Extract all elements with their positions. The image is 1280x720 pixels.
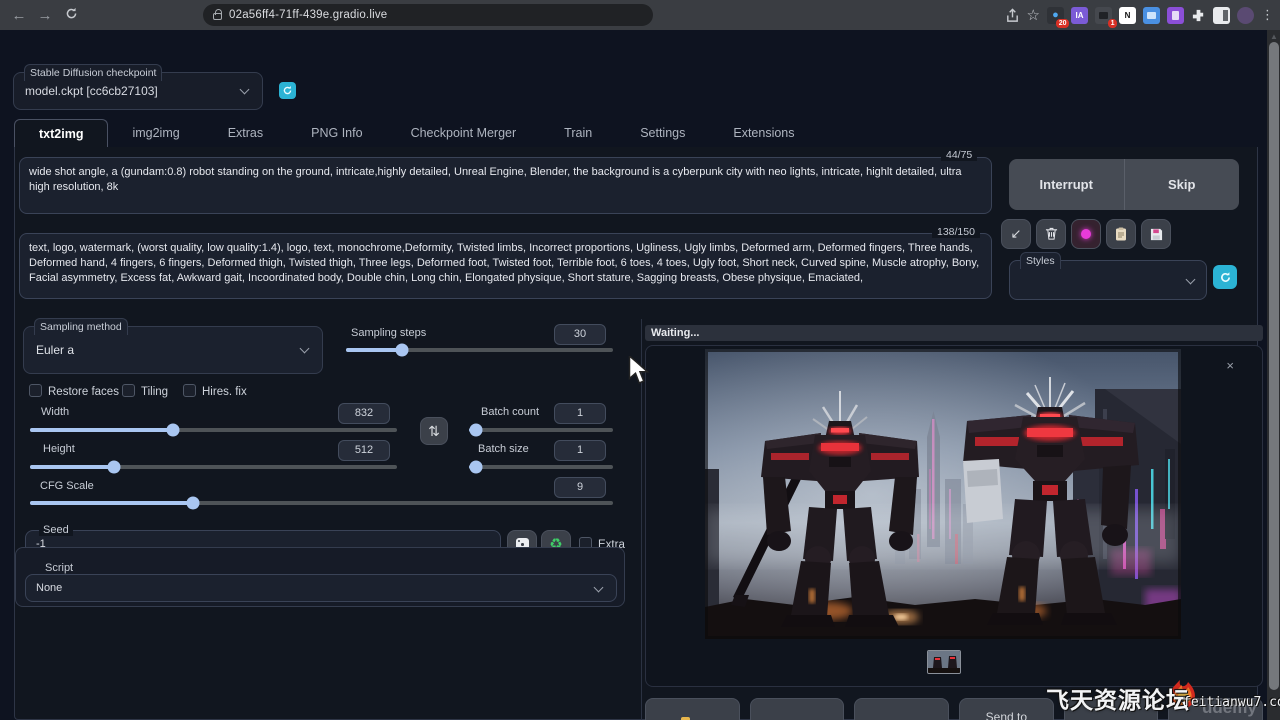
main-tabs: txt2img img2img Extras PNG Info Checkpoi… [14, 119, 1245, 148]
cfg-scale-label: CFG Scale [40, 480, 94, 492]
checkpoint-label: Stable Diffusion checkpoint [24, 64, 162, 81]
ext-image-icon[interactable] [1143, 7, 1160, 24]
ext-cam-icon[interactable]: 1 [1095, 7, 1112, 24]
forward-icon[interactable]: → [32, 7, 58, 24]
ext-onenote-icon[interactable] [1167, 7, 1184, 24]
sampling-steps-label: Sampling steps [351, 327, 426, 339]
output-gallery: × [645, 345, 1263, 687]
tab-train[interactable]: Train [540, 119, 616, 147]
chevron-down-icon [240, 85, 250, 95]
batch-count-label: Batch count [481, 406, 539, 418]
back-icon[interactable]: ← [6, 7, 32, 24]
batch-size-slider[interactable] [469, 465, 613, 469]
batch-count-value[interactable]: 1 [554, 403, 606, 424]
tab-checkpoint-merger[interactable]: Checkpoint Merger [387, 119, 541, 147]
sampling-method-dropdown[interactable]: Sampling method Euler a [23, 326, 323, 374]
tab-settings[interactable]: Settings [616, 119, 709, 147]
cfg-scale-value[interactable]: 9 [554, 477, 606, 498]
interrupt-skip-group: Interrupt Skip [1009, 159, 1239, 210]
chevron-down-icon [300, 344, 310, 354]
styles-refresh-button[interactable] [1213, 265, 1237, 289]
sidebar-icon[interactable] [1213, 7, 1230, 24]
url-text: 02a56ff4-71ff-439e.gradio.live [229, 9, 387, 21]
restore-faces-checkbox[interactable]: Restore faces [29, 384, 119, 398]
paste-arrow-button[interactable]: ↙ [1001, 219, 1031, 249]
scrollbar-thumb[interactable] [1269, 42, 1279, 690]
height-slider[interactable] [30, 465, 397, 469]
lock-icon [213, 13, 222, 20]
height-label: Height [43, 443, 75, 455]
watermark-chinese: 飞天资源论坛 [1046, 681, 1190, 715]
checkpoint-dropdown[interactable]: Stable Diffusion checkpoint model.ckpt [… [13, 72, 263, 110]
interrupt-button[interactable]: Interrupt [1009, 159, 1124, 210]
tiling-checkbox[interactable]: Tiling [122, 384, 168, 398]
bookmark-star-icon[interactable]: ☆ [1027, 6, 1040, 24]
negative-token-counter: 138/150 [932, 226, 980, 238]
checkpoint-refresh-button[interactable] [279, 82, 296, 99]
zip-button[interactable]: Zip [854, 698, 949, 720]
sampling-method-label: Sampling method [34, 318, 128, 335]
script-label: Script [41, 562, 77, 574]
checkbox-icon [183, 384, 196, 397]
ext-notion-icon[interactable]: N [1119, 7, 1136, 24]
seed-label: Seed [39, 524, 73, 536]
share-icon[interactable] [1005, 8, 1020, 23]
checkbox-icon [29, 384, 42, 397]
watermark-site: feitianwu7.com [1183, 695, 1280, 710]
cfg-scale-slider[interactable] [30, 501, 613, 505]
profile-avatar[interactable] [1237, 7, 1254, 24]
page-scrollbar[interactable]: ▲ [1267, 30, 1280, 720]
tab-png-info[interactable]: PNG Info [287, 119, 386, 147]
txt2img-panel: 44/75 wide shot angle, a (gundam:0.8) ro… [14, 147, 1258, 720]
extensions-puzzle-icon[interactable] [1191, 8, 1206, 23]
sampling-steps-value[interactable]: 30 [554, 324, 606, 345]
browser-toolbar: ← → 02a56ff4-71ff-439e.gradio.live ☆ ●20… [0, 0, 1280, 30]
ext-pin-icon[interactable]: ●20 [1047, 7, 1064, 24]
height-value[interactable]: 512 [338, 440, 390, 461]
generated-image[interactable] [705, 349, 1181, 639]
width-value[interactable]: 832 [338, 403, 390, 424]
tab-img2img[interactable]: img2img [108, 119, 203, 147]
ext-ia-icon[interactable]: IA [1071, 7, 1088, 24]
reload-icon[interactable] [58, 7, 84, 24]
batch-size-label: Batch size [478, 443, 529, 455]
close-icon[interactable]: × [1226, 358, 1234, 373]
menu-dots-icon[interactable]: ⋮ [1261, 7, 1274, 23]
address-bar[interactable]: 02a56ff4-71ff-439e.gradio.live [203, 4, 653, 26]
width-slider[interactable] [30, 428, 397, 432]
tab-extensions[interactable]: Extensions [709, 119, 818, 147]
clear-prompt-trash-button[interactable] [1036, 219, 1066, 249]
batch-size-value[interactable]: 1 [554, 440, 606, 461]
open-folder-button[interactable] [645, 698, 740, 720]
negative-prompt-input[interactable]: text, logo, watermark, (worst quality, l… [19, 233, 992, 299]
save-button[interactable]: Save [750, 698, 845, 720]
styles-label: Styles [1020, 252, 1061, 269]
sampling-steps-slider[interactable] [346, 348, 613, 352]
swap-dimensions-button[interactable]: ⇅ [420, 417, 448, 445]
checkpoint-value: model.ckpt [cc6cb27103] [25, 84, 158, 98]
mouse-cursor [628, 356, 652, 391]
script-dropdown[interactable]: None [25, 574, 617, 602]
gallery-thumbnail[interactable] [927, 650, 961, 674]
pink-dot-icon [1081, 229, 1091, 239]
prompt-token-counter: 44/75 [941, 149, 977, 161]
apply-style-clipboard-button[interactable] [1106, 219, 1136, 249]
width-label: Width [41, 406, 69, 418]
styles-dropdown[interactable]: Styles [1009, 260, 1207, 300]
batch-count-slider[interactable] [469, 428, 613, 432]
checkbox-icon [122, 384, 135, 397]
sampling-method-value: Euler a [36, 343, 74, 357]
tab-extras[interactable]: Extras [204, 119, 287, 147]
extra-networks-button[interactable] [1071, 219, 1101, 249]
send-to-img2img-button[interactable]: Send to img2img [959, 698, 1054, 720]
save-style-floppy-button[interactable] [1141, 219, 1171, 249]
skip-button[interactable]: Skip [1124, 159, 1240, 210]
hires-fix-checkbox[interactable]: Hires. fix [183, 384, 247, 398]
chevron-down-icon [594, 583, 604, 593]
tab-txt2img[interactable]: txt2img [14, 119, 108, 148]
progress-bar: Waiting... [645, 325, 1263, 341]
prompt-input[interactable]: wide shot angle, a (gundam:0.8) robot st… [19, 157, 992, 214]
chevron-down-icon [1186, 275, 1196, 285]
